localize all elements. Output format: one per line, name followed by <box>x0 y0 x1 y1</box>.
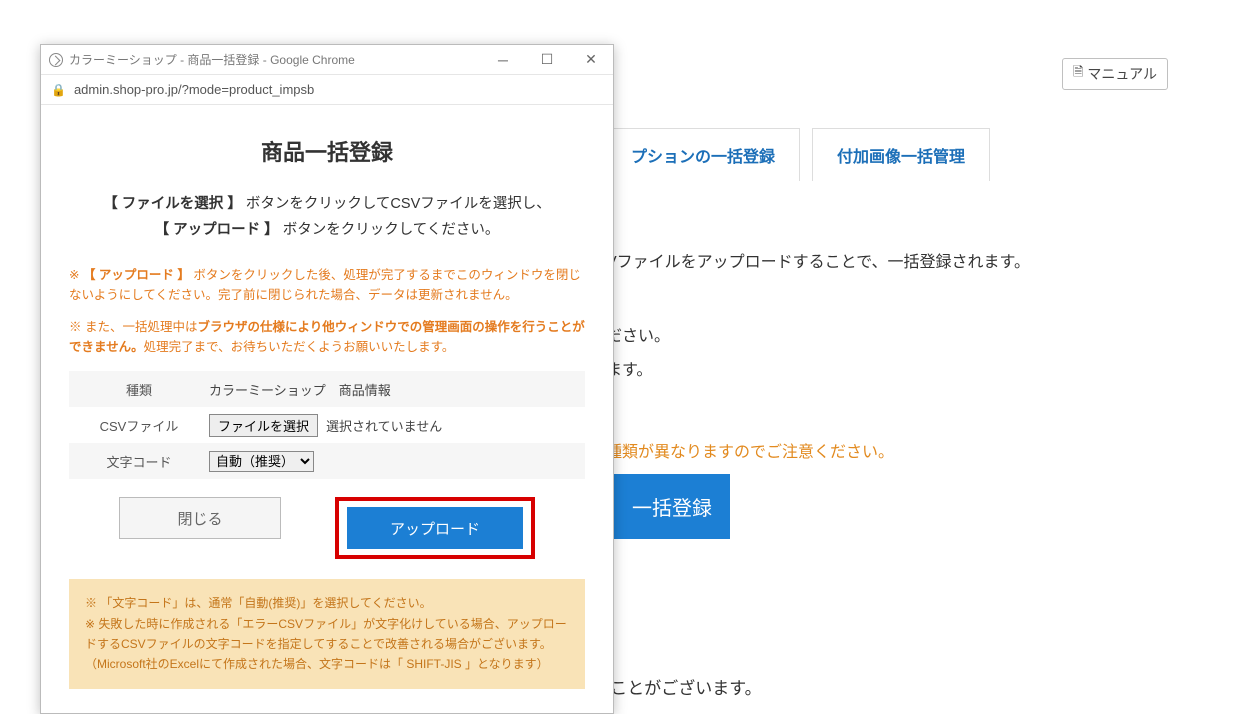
encoding-label: 文字コード <box>69 452 209 471</box>
popup-heading: 商品一括登録 <box>69 135 585 167</box>
row-encoding: 文字コード 自動（推奨） <box>69 443 585 479</box>
document-icon: 🗎 <box>1073 63 1083 85</box>
url-text: admin.shop-pro.jp/?mode=product_impsb <box>74 82 314 97</box>
warning-1: ※ 【 アップロード 】 ボタンをクリックした後、処理が完了するまでこのウィンド… <box>69 265 585 305</box>
row-csv: CSVファイル ファイルを選択 選択されていません <box>69 407 585 443</box>
warn2-post: 処理完了まで、お待ちいただくようお願いいたします。 <box>144 340 455 354</box>
window-maximize-button[interactable]: ☐ <box>525 45 569 75</box>
warn1-bold: 【 アップロード 】 <box>83 268 190 282</box>
bg-warning: 種類が異なりますのでご注意ください。 <box>606 438 1160 462</box>
manual-button[interactable]: 🗎 マニュアル <box>1062 58 1168 90</box>
bg-text-line2: ださい。 <box>606 322 1160 346</box>
upload-button[interactable]: アップロード <box>347 507 523 549</box>
tab-image-bulk[interactable]: 付加画像一括管理 <box>812 128 990 181</box>
close-button[interactable]: 閉じる <box>119 497 281 539</box>
address-bar: 🔒 admin.shop-pro.jp/?mode=product_impsb <box>41 75 613 105</box>
bg-text-line1: Vファイルをアップロードすることで、一括登録されます。 <box>606 248 1160 272</box>
file-select-button[interactable]: ファイルを選択 <box>209 414 318 437</box>
instruction-text: 【 ファイルを選択 】 ボタンをクリックしてCSVファイルを選択し、 【 アップ… <box>69 191 585 243</box>
type-value: カラーミーショップ 商品情報 <box>209 380 585 399</box>
window-close-button[interactable]: ✕ <box>569 45 613 75</box>
tab-bar: プションの一括登録 付加画像一括管理 <box>606 128 1160 181</box>
footnote: ※ 「文字コード」は、通常「自動(推奨)」を選択してください。 ※ 失敗した時に… <box>69 579 585 689</box>
bulk-register-button[interactable]: 一括登録 <box>606 474 730 539</box>
form-table: 種類 カラーミーショップ 商品情報 CSVファイル ファイルを選択 選択されてい… <box>69 371 585 479</box>
instr-text-1: ボタンをクリックしてCSVファイルを選択し、 <box>242 196 551 212</box>
window-minimize-button[interactable]: ─ <box>481 45 525 75</box>
tab-option-bulk[interactable]: プションの一括登録 <box>606 128 800 181</box>
instr-bold-2: 【 アップロード 】 <box>155 222 279 238</box>
lock-icon: 🔒 <box>51 83 66 97</box>
warn2-pre: ※ また、一括処理中は <box>69 320 197 334</box>
window-title: カラーミーショップ - 商品一括登録 - Google Chrome <box>69 51 481 68</box>
upload-highlight: アップロード <box>335 497 535 559</box>
type-label: 種類 <box>69 380 209 399</box>
warning-2: ※ また、一括処理中はブラウザの仕様により他ウィンドウでの管理画面の操作を行うこ… <box>69 317 585 357</box>
manual-button-label: マニュアル <box>1087 64 1157 84</box>
row-type: 種類 カラーミーショップ 商品情報 <box>69 371 585 407</box>
popup-window: カラーミーショップ - 商品一括登録 - Google Chrome ─ ☐ ✕… <box>40 44 614 714</box>
favicon-icon <box>49 53 63 67</box>
instr-text-2: ボタンをクリックしてください。 <box>279 222 500 238</box>
warn1-pre: ※ <box>69 268 83 282</box>
file-status: 選択されていません <box>326 416 442 435</box>
encoding-select[interactable]: 自動（推奨） <box>209 451 314 472</box>
window-titlebar: カラーミーショップ - 商品一括登録 - Google Chrome ─ ☐ ✕ <box>41 45 613 75</box>
button-row: 閉じる アップロード <box>69 497 585 559</box>
instr-bold-1: 【 ファイルを選択 】 <box>103 196 242 212</box>
bg-text-line3: ます。 <box>606 356 1160 380</box>
csv-label: CSVファイル <box>69 416 209 435</box>
